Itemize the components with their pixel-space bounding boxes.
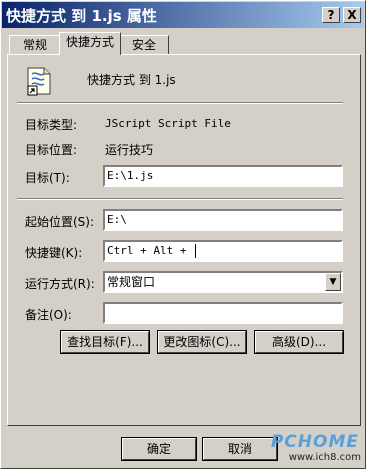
tab-shortcut[interactable]: 快捷方式 (59, 32, 121, 55)
run-select[interactable]: 常规窗口 ▼ (103, 271, 343, 293)
comment-label: 备注(O): (25, 308, 72, 322)
tab-strip: 常规 快捷方式 安全 (1, 28, 366, 56)
tab-security[interactable]: 安全 (119, 35, 169, 54)
watermark-site: www.ich8.com (288, 452, 361, 463)
ok-button[interactable]: 确定 (121, 437, 197, 461)
help-button[interactable]: ? (322, 7, 340, 23)
start-in-label: 起始位置(S): (25, 215, 95, 229)
separator (17, 102, 343, 104)
window-title: 快捷方式 到 1.js 属性 (6, 7, 157, 25)
text-cursor (195, 244, 197, 258)
close-button[interactable]: X (343, 7, 361, 23)
target-type-value: JScript Script File (105, 117, 231, 130)
script-file-icon (27, 67, 51, 96)
target-input[interactable]: E:\1.js (103, 165, 343, 187)
target-location-value: 运行技巧 (105, 143, 154, 157)
separator (17, 198, 343, 200)
start-in-input[interactable]: E:\ (103, 209, 343, 231)
shortcut-name: 快捷方式 到 1.js (87, 73, 176, 87)
tab-general[interactable]: 常规 (9, 35, 61, 54)
comment-input[interactable] (103, 302, 343, 324)
hotkey-label: 快捷键(K): (25, 246, 83, 260)
properties-dialog: 快捷方式 到 1.js 属性 ? X 常规 快捷方式 安全 快捷方式 到 1.j… (0, 0, 366, 469)
target-location-label: 目标位置: (25, 143, 78, 157)
chevron-down-icon[interactable]: ▼ (325, 273, 341, 291)
advanced-button[interactable]: 高级(D)... (254, 330, 344, 354)
run-label: 运行方式(R): (25, 277, 95, 291)
find-target-button[interactable]: 查找目标(F)... (60, 330, 150, 354)
run-select-value: 常规窗口 (107, 275, 156, 289)
watermark-logo: PCHOME www.ich8.com (263, 432, 363, 466)
target-type-label: 目标类型: (25, 118, 78, 132)
change-icon-button[interactable]: 更改图标(C)... (157, 330, 247, 354)
hotkey-input[interactable]: Ctrl + Alt + (103, 240, 343, 262)
watermark-brand: PCHOME (270, 432, 359, 452)
title-bar[interactable]: 快捷方式 到 1.js 属性 ? X (2, 2, 364, 28)
hotkey-value: Ctrl + Alt + (107, 244, 194, 257)
target-label: 目标(T): (25, 171, 70, 185)
